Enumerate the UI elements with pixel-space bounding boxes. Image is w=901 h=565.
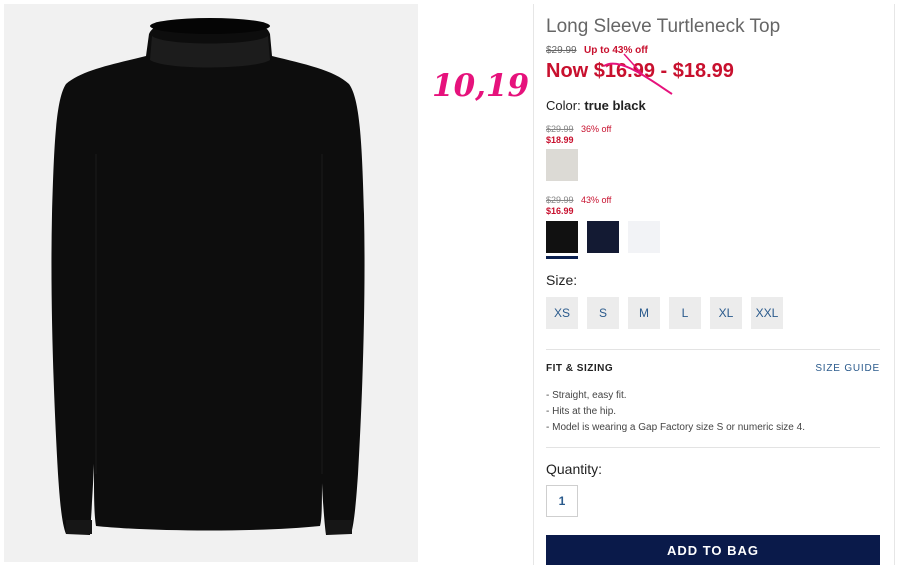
quantity-input[interactable]: 1 (546, 485, 578, 517)
color-label: Color: true black (546, 98, 646, 113)
fit-detail-item: - Straight, easy fit. (546, 390, 627, 401)
fit-sizing-title: FIT & SIZING (546, 363, 614, 374)
product-details-panel: Long Sleeve Turtleneck Top $29.99 Up to … (533, 4, 895, 565)
fit-detail-item: - Model is wearing a Gap Factory size S … (546, 422, 805, 433)
divider (546, 349, 880, 350)
size-xs-button[interactable]: XS (546, 297, 578, 329)
size-m-button[interactable]: M (628, 297, 660, 329)
original-price: $29.99 (546, 45, 577, 56)
size-xxl-button[interactable]: XXL (751, 297, 783, 329)
product-image (4, 4, 418, 562)
swatch-group-2-price: $16.99 (546, 206, 574, 216)
color-label-text: Color: (546, 98, 581, 113)
quantity-label: Quantity: (546, 461, 603, 477)
size-l-button[interactable]: L (669, 297, 701, 329)
swatch-true-black[interactable] (546, 221, 578, 259)
swatch-navy[interactable] (587, 221, 619, 253)
swatch-heather-oatmeal[interactable] (546, 149, 578, 181)
add-to-bag-button[interactable]: ADD TO BAG (546, 535, 880, 565)
size-guide-link[interactable]: SIZE GUIDE (815, 363, 880, 374)
divider (546, 447, 880, 448)
product-title: Long Sleeve Turtleneck Top (546, 16, 781, 37)
fit-details-list: - Straight, easy fit. - Hits at the hip.… (546, 388, 805, 436)
size-xl-button[interactable]: XL (710, 297, 742, 329)
pen-strike-mark (603, 53, 673, 95)
size-label: Size: (546, 272, 578, 288)
selected-color-name: true black (584, 98, 646, 113)
size-s-button[interactable]: S (587, 297, 619, 329)
swatch-group-2-original: $29.99 (546, 195, 574, 205)
turtleneck-image (51, 18, 365, 535)
swatch-group-2-off: 43% off (581, 195, 612, 205)
swatch-white[interactable] (628, 221, 660, 253)
swatch-group-1-off: 36% off (581, 124, 612, 134)
swatch-group-1-original: $29.99 (546, 124, 574, 134)
fit-detail-item: - Hits at the hip. (546, 406, 617, 417)
swatch-group-1-price: $18.99 (546, 135, 574, 145)
handwritten-annotation: 10,19 (432, 68, 530, 104)
